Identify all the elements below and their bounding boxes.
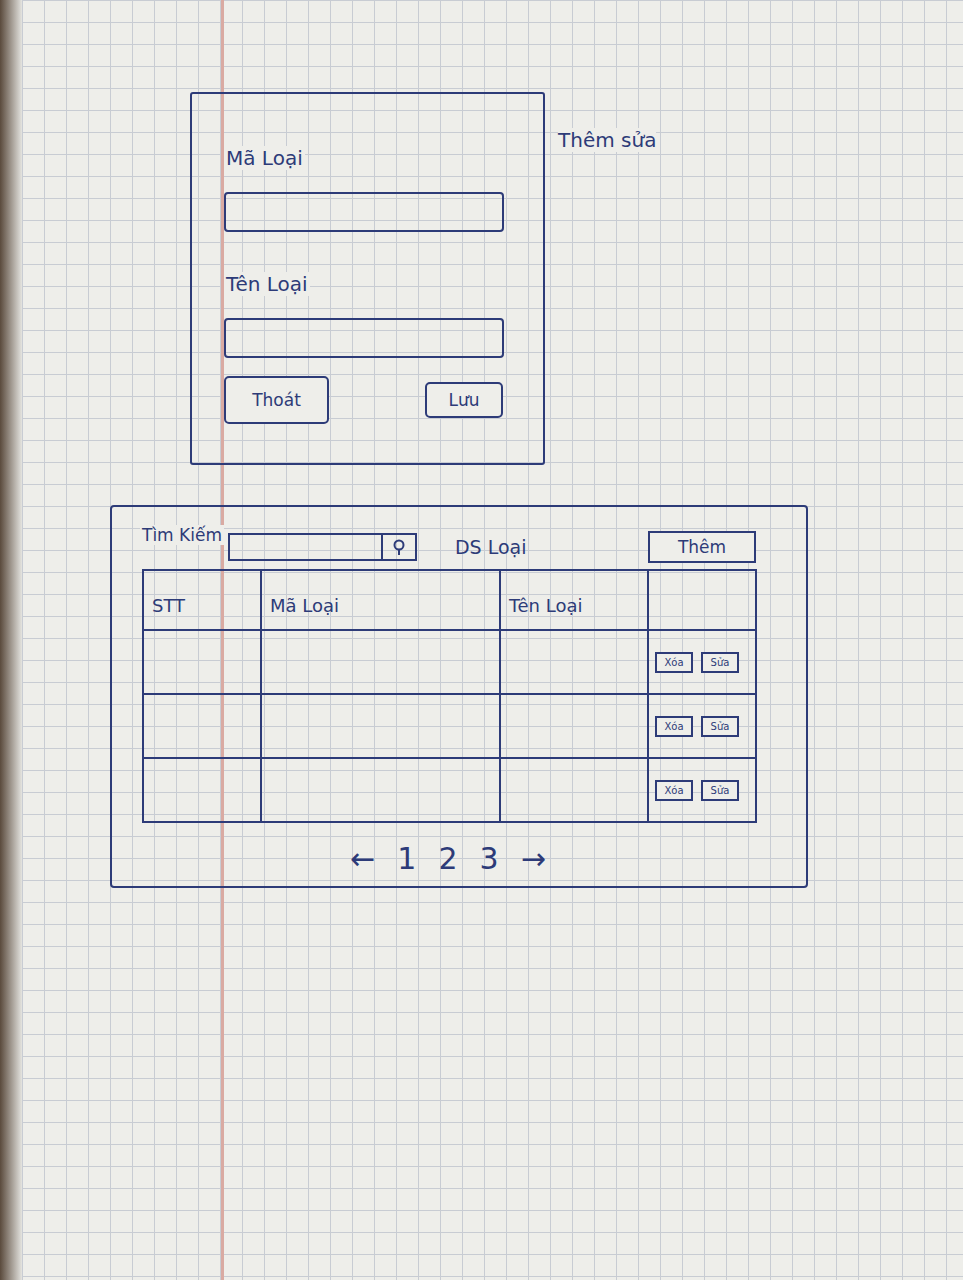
- table-header: STTMã LoạiTên Loại: [144, 571, 755, 629]
- notebook-page: Mã Loại Tên Loại Thoát Lưu Thêm sửa Tìm K…: [0, 0, 963, 1280]
- table-row: Xóa Sửa: [144, 629, 755, 693]
- column-header: Tên Loại: [499, 571, 647, 629]
- delete-button[interactable]: Xóa: [655, 652, 693, 673]
- pagination: ← 123 →: [140, 841, 756, 876]
- form-buttons: Thoát Lưu: [224, 376, 503, 424]
- table-cell: [499, 631, 647, 693]
- save-button[interactable]: Lưu: [425, 382, 503, 418]
- actions-cell: Xóa Sửa: [647, 695, 755, 757]
- column-header: Mã Loại: [260, 571, 499, 629]
- edit-button[interactable]: Sửa: [701, 652, 739, 673]
- add-button[interactable]: Thêm: [648, 531, 756, 563]
- field-label: Tên Loại: [224, 272, 310, 296]
- page-link[interactable]: →: [521, 841, 546, 876]
- table-cell: [260, 759, 499, 821]
- page-link[interactable]: 2: [438, 841, 457, 876]
- list-title: DS Loại: [455, 536, 648, 558]
- page-link[interactable]: 1: [397, 841, 416, 876]
- page-link[interactable]: 3: [480, 841, 499, 876]
- table-row: Xóa Sửa: [144, 757, 755, 821]
- edit-form: Mã Loại Tên Loại Thoát Lưu: [190, 92, 545, 465]
- text-field[interactable]: [224, 318, 504, 358]
- actions-cell: Xóa Sửa: [647, 631, 755, 693]
- field-label: Mã Loại: [224, 146, 305, 170]
- table-cell: [499, 759, 647, 821]
- actions-header: [647, 571, 755, 629]
- table-cell: [144, 759, 260, 821]
- table-cell: [499, 695, 647, 757]
- form-title: Thêm sửa: [558, 128, 656, 152]
- search-button[interactable]: [383, 533, 417, 561]
- exit-button[interactable]: Thoát: [224, 376, 329, 424]
- search-field[interactable]: [228, 533, 383, 561]
- edit-button[interactable]: Sửa: [701, 780, 739, 801]
- category-list: Tìm Kiếm DS Loại Thêm STTMã LoạiTên Loại…: [110, 505, 808, 888]
- edit-button[interactable]: Sửa: [701, 716, 739, 737]
- page-link[interactable]: ←: [350, 841, 375, 876]
- search-label: Tìm Kiếm: [140, 525, 224, 545]
- text-field[interactable]: [224, 192, 504, 232]
- margin-line: [221, 0, 224, 1280]
- page-edge: [0, 0, 22, 1280]
- column-header: STT: [144, 571, 260, 629]
- search-icon: [392, 538, 406, 556]
- table-cell: [260, 695, 499, 757]
- delete-button[interactable]: Xóa: [655, 780, 693, 801]
- table-cell: [260, 631, 499, 693]
- category-table: STTMã LoạiTên Loại Xóa Sửa Xóa Sửa Xóa Sửa: [142, 569, 757, 823]
- table-cell: [144, 695, 260, 757]
- table-row: Xóa Sửa: [144, 693, 755, 757]
- actions-cell: Xóa Sửa: [647, 759, 755, 821]
- delete-button[interactable]: Xóa: [655, 716, 693, 737]
- list-header: Tìm Kiếm DS Loại Thêm: [140, 525, 756, 569]
- table-cell: [144, 631, 260, 693]
